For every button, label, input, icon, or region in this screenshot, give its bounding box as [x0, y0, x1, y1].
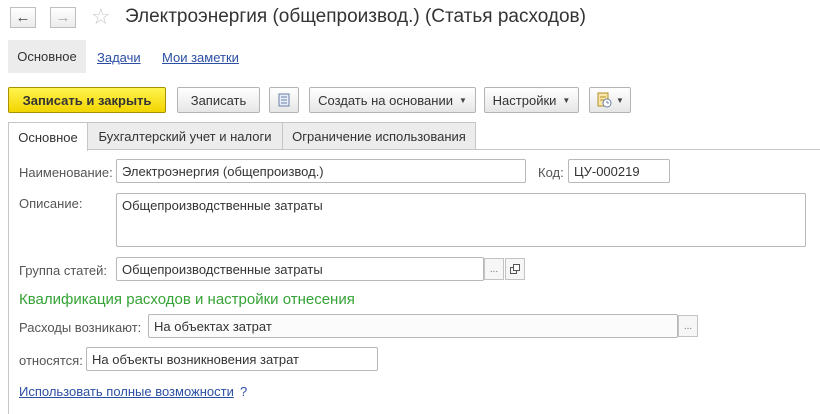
tab-main[interactable]: Основное — [8, 122, 88, 151]
section-main[interactable]: Основное — [8, 40, 86, 73]
save-label: Записать — [190, 92, 247, 108]
tab-restrictions[interactable]: Ограничение использования — [282, 122, 476, 150]
create-based-on-button[interactable]: Создать на основании ▼ — [309, 87, 476, 113]
chevron-down-icon: ▼ — [616, 95, 624, 105]
forward-button[interactable]: → — [50, 7, 76, 28]
arrow-left-icon: ← — [15, 9, 31, 26]
back-button[interactable]: ← — [10, 7, 36, 28]
description-label: Описание: — [19, 196, 83, 211]
group-label: Группа статей: — [19, 263, 107, 278]
star-icon[interactable]: ☆ — [91, 4, 111, 30]
code-field[interactable]: ЦУ-000219 — [568, 159, 670, 183]
window-title: Электроэнергия (общепроизвод.) (Статья р… — [125, 6, 586, 27]
create-based-on-label: Создать на основании — [318, 92, 453, 108]
chevron-down-icon: ▼ — [562, 95, 571, 105]
group-open-button[interactable] — [505, 258, 525, 280]
tab-restrictions-label: Ограничение использования — [292, 129, 466, 144]
save-and-close-label: Записать и закрыть — [22, 92, 152, 108]
arrow-right-icon: → — [55, 9, 71, 26]
section-tasks[interactable]: Задачи — [97, 50, 141, 65]
save-and-close-button[interactable]: Записать и закрыть — [8, 87, 166, 113]
report-icon — [597, 92, 612, 108]
open-icon — [510, 264, 520, 274]
settings-button[interactable]: Настройки ▼ — [484, 87, 579, 113]
relate-field[interactable]: На объекты возникновения затрат — [86, 347, 378, 371]
expenses-select-button[interactable]: ... — [678, 315, 698, 337]
settings-label: Настройки — [492, 92, 557, 108]
list-icon — [278, 93, 290, 107]
tab-panel — [8, 149, 820, 414]
name-field[interactable]: Электроэнергия (общепроизвод.) — [116, 159, 526, 183]
save-button[interactable]: Записать — [177, 87, 260, 113]
description-field[interactable]: Общепроизводственные затраты — [116, 193, 806, 247]
list-button[interactable] — [269, 87, 299, 113]
relate-label: относятся: — [19, 353, 83, 368]
qualification-heading: Квалификация расходов и настройки отнесе… — [19, 291, 355, 308]
name-label: Наименование: — [19, 165, 113, 180]
group-select-button[interactable]: ... — [484, 258, 504, 280]
code-label: Код: — [538, 165, 564, 180]
section-main-label: Основное — [17, 49, 77, 64]
full-features-link[interactable]: Использовать полные возможности — [19, 384, 234, 399]
tab-accounting[interactable]: Бухгалтерский учет и налоги — [87, 122, 283, 150]
tab-main-label: Основное — [18, 129, 78, 145]
chevron-down-icon: ▼ — [458, 95, 467, 105]
expenses-arise-field[interactable]: На объектах затрат — [148, 314, 678, 338]
tab-accounting-label: Бухгалтерский учет и налоги — [98, 129, 272, 144]
expenses-arise-label: Расходы возникают: — [19, 320, 142, 335]
group-field[interactable]: Общепроизводственные затраты — [116, 257, 484, 281]
help-icon[interactable]: ? — [240, 384, 247, 399]
section-notes[interactable]: Мои заметки — [162, 50, 239, 65]
report-button[interactable]: ▼ — [589, 87, 631, 113]
